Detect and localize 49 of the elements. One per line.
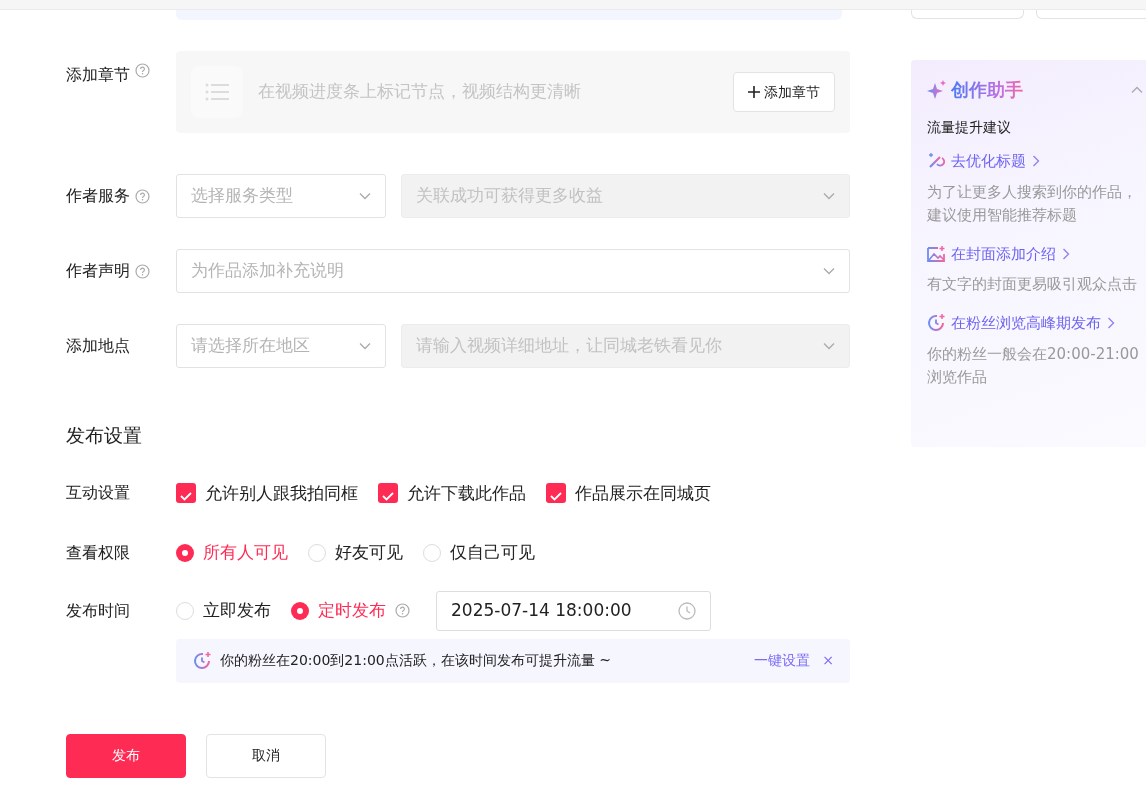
radio-option[interactable]: 所有人可见 <box>176 540 288 566</box>
checkbox-option[interactable]: 允许别人跟我拍同框 <box>176 480 358 506</box>
clock-icon <box>192 650 212 671</box>
suggestion-link[interactable]: 在封面添加介绍 <box>927 242 1070 265</box>
clock-icon <box>927 314 945 333</box>
suggestion-text: 有文字的封面更易吸引观众点击 <box>927 274 1138 295</box>
radio-option[interactable]: 定时发布 <box>291 597 410 624</box>
tip-text: 你的粉丝在20:00到21:00点活跃，在该时间发布可提升流量 ~ <box>220 651 612 670</box>
radio-option[interactable]: 立即发布 <box>176 597 271 624</box>
cancel-button[interactable]: 取消 <box>206 733 326 778</box>
image-icon <box>927 244 945 263</box>
field-label: 发布时间 <box>66 599 130 622</box>
field-label: 作者声明 <box>66 260 130 282</box>
chevron-right-icon <box>1107 317 1115 330</box>
sparkle-icon <box>927 79 947 100</box>
suggestion-link[interactable]: 去优化标题 <box>927 150 1040 173</box>
checkbox-option[interactable]: 作品展示在同城页 <box>546 480 711 506</box>
top-button[interactable] <box>1035 10 1146 19</box>
chevron-down-icon <box>823 267 835 275</box>
chevron-down-icon <box>823 192 835 200</box>
chevron-up-icon[interactable] <box>1131 85 1143 94</box>
datetime-field[interactable]: 2025-07-14 18:00:00 <box>436 590 711 631</box>
chevron-down-icon <box>823 342 835 350</box>
clock-icon <box>678 601 696 620</box>
radio-option[interactable]: 好友可见 <box>308 540 403 566</box>
chevron-down-icon <box>359 192 371 200</box>
checkbox-option[interactable]: 允许下载此作品 <box>378 480 526 506</box>
chevron-right-icon <box>1032 155 1040 168</box>
suggestion-text: 为了让更多人搜索到你的作品，建议使用智能推荐标题 <box>927 181 1138 226</box>
suggestion-link[interactable]: 在粉丝浏览高峰期发布 <box>927 312 1115 335</box>
plus-icon <box>748 86 760 98</box>
field-label: 查看权限 <box>66 541 130 564</box>
panel-subtitle: 流量提升建议 <box>927 118 1012 137</box>
one-click-setup-link[interactable]: 一键设置 <box>754 650 811 671</box>
publish-button[interactable]: 发布 <box>66 733 186 778</box>
close-button[interactable]: × <box>822 650 834 671</box>
field-label: 添加地点 <box>66 335 130 357</box>
help-icon <box>135 63 150 78</box>
chevron-down-icon <box>359 342 371 350</box>
field-label: 添加章节 <box>66 64 130 86</box>
add-chapter-button[interactable]: 添加章节 <box>733 72 835 112</box>
section-heading: 发布设置 <box>66 423 143 448</box>
field-label: 互动设置 <box>66 482 130 505</box>
chevron-right-icon <box>1062 247 1070 260</box>
suggestion-text: 你的粉丝一般会在20:00-21:00浏览作品 <box>927 343 1140 388</box>
field-label: 作者服务 <box>66 185 130 207</box>
radio-option[interactable]: 仅自己可见 <box>423 540 535 566</box>
top-button[interactable] <box>911 10 1024 19</box>
list-icon <box>205 82 229 102</box>
